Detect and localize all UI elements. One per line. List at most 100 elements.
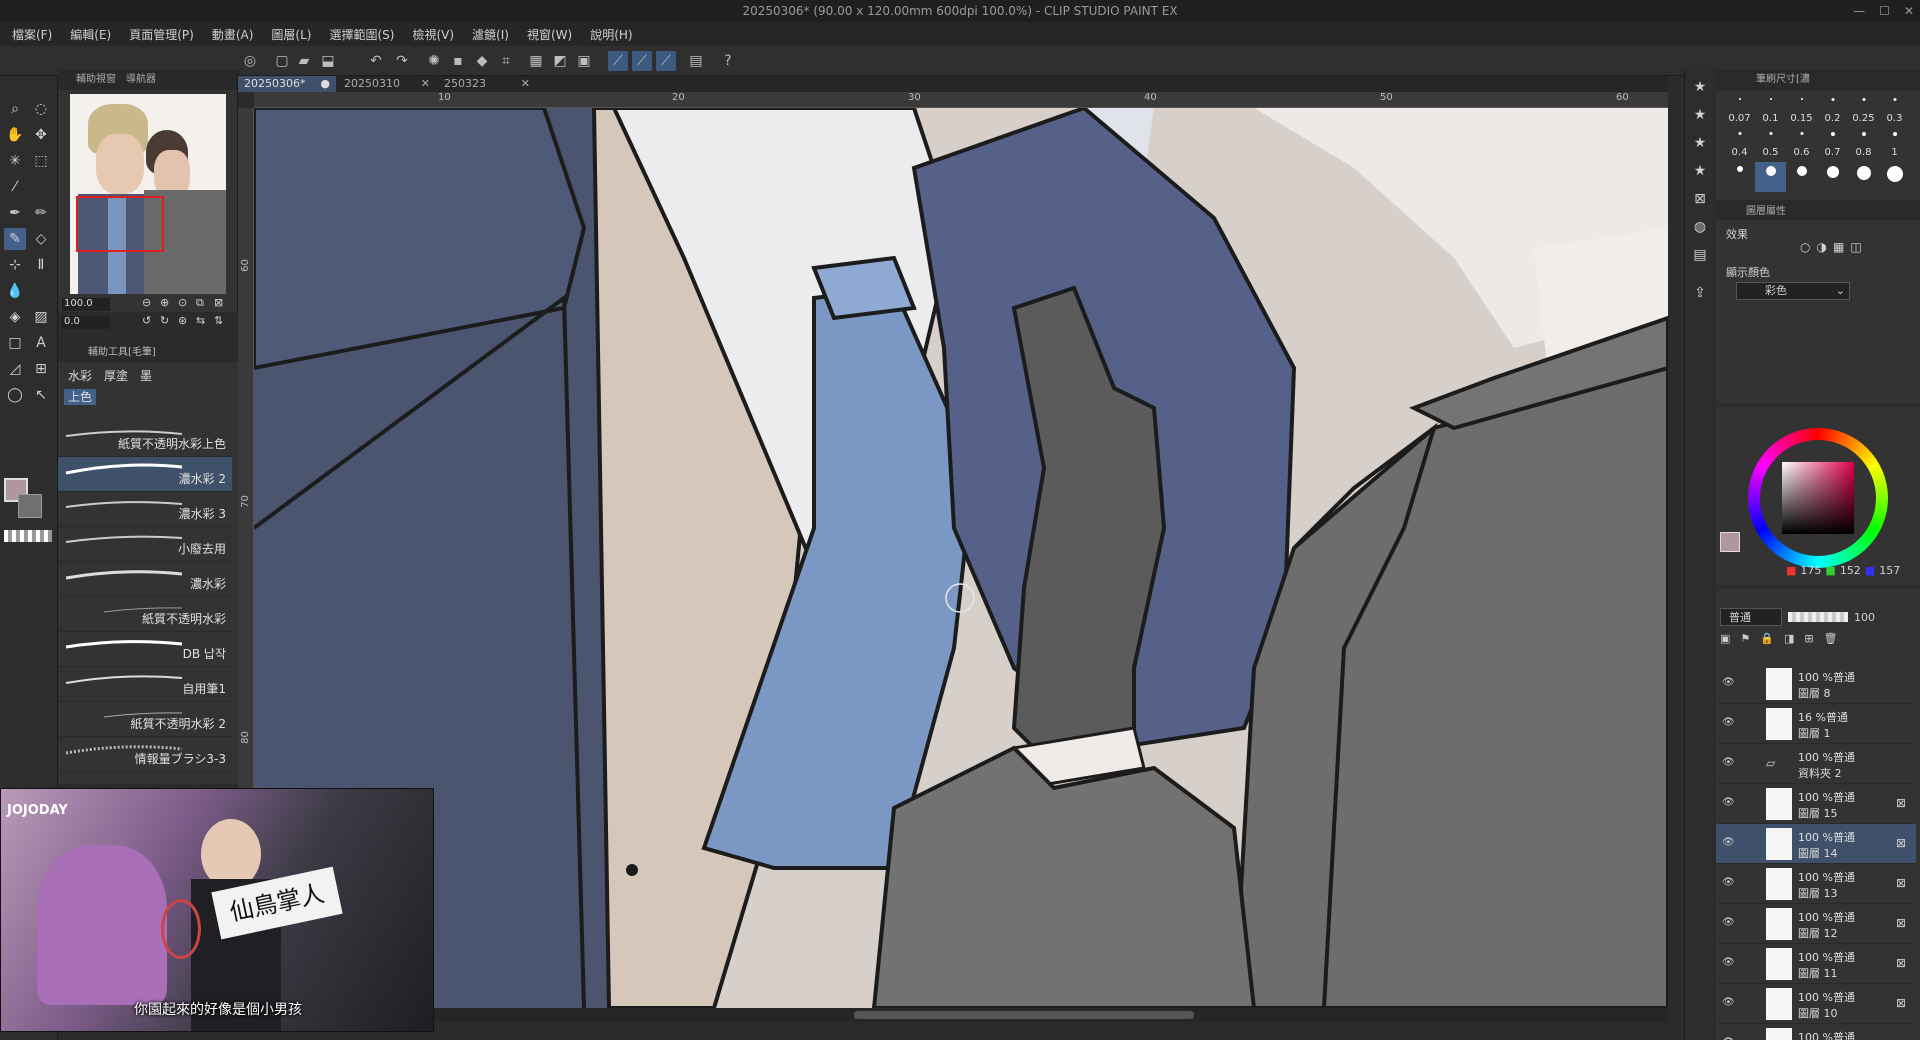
brush-size-option[interactable]: 0.3 <box>1879 94 1910 124</box>
move-tool-icon[interactable]: ✥ <box>30 124 52 146</box>
layer-row[interactable]: 👁100 %普通 <box>1716 1024 1916 1040</box>
close-button[interactable]: ✕ <box>1904 0 1914 22</box>
brush-size-option[interactable] <box>1755 162 1786 192</box>
decoration-tool-icon[interactable]: Ⅱ <box>30 254 52 276</box>
eye-icon[interactable]: 👁 <box>1722 877 1735 888</box>
new-layer-icon[interactable]: ⊞ <box>1804 632 1813 645</box>
balloon-tool-icon[interactable]: ◯ <box>4 384 26 406</box>
color-mix-icon[interactable]: ◍ <box>1689 216 1711 238</box>
layer-row[interactable]: 👁 100 %普通 圖層 10 ⊠ <box>1716 984 1916 1024</box>
brush-size-option[interactable]: 0.2 <box>1817 94 1848 124</box>
grid-snap-icon[interactable]: ⟋ <box>656 51 676 71</box>
navigator-thumbnail[interactable] <box>70 94 226 294</box>
magic-wand-icon[interactable]: ✳ <box>4 150 26 172</box>
view-frame[interactable] <box>76 196 164 252</box>
blend-mode-select[interactable]: 普通 <box>1720 608 1782 626</box>
layer-row[interactable]: 👁 100 %普通 圖層 13 ⊠ <box>1716 864 1916 904</box>
eye-icon[interactable]: 👁 <box>1722 837 1735 848</box>
brush-size-option[interactable]: 0.5 <box>1755 128 1786 158</box>
menu-animation[interactable]: 動畫(A) <box>212 26 254 43</box>
zoom-tool-icon[interactable]: ⌕ <box>4 98 26 120</box>
brush-item[interactable]: 紙質不透明水彩 <box>58 597 232 632</box>
hand-tool-icon[interactable]: ✋ <box>4 124 26 146</box>
opacity-slider[interactable] <box>1788 612 1848 622</box>
tab-sub-view[interactable]: 輔助視窗 <box>76 70 116 90</box>
lasso-tool-icon[interactable]: ◌ <box>30 98 52 120</box>
menu-window[interactable]: 視窗(W) <box>527 26 572 43</box>
invert-selection-icon[interactable]: ▣ <box>574 51 594 71</box>
brush-size-option[interactable]: 0.6 <box>1786 128 1817 158</box>
eye-icon[interactable]: 👁 <box>1722 717 1735 728</box>
eyedropper-icon[interactable]: ⁄ <box>4 176 26 198</box>
video-overlay[interactable]: 仙鳥掌人 JOJODAY 你園起來的好像是個小男孩 <box>0 788 434 1032</box>
save-icon[interactable]: ⬓ <box>318 51 338 71</box>
flip-v-icon[interactable]: ⇅ <box>214 314 223 327</box>
drawing-canvas[interactable] <box>254 108 1668 1008</box>
close-icon[interactable]: ✕ <box>421 76 430 92</box>
material-star-icon[interactable]: ★ <box>1689 104 1711 126</box>
history-icon[interactable]: ▤ <box>1689 244 1711 266</box>
red-value[interactable]: 175 <box>1800 564 1821 577</box>
actual-size-icon[interactable]: ⧉ <box>196 296 204 310</box>
scroll-thumb[interactable] <box>854 1011 1194 1019</box>
flip-h-icon[interactable]: ⇆ <box>196 314 205 327</box>
menu-layer[interactable]: 圖層(L) <box>271 26 311 43</box>
brush-size-option[interactable] <box>1848 162 1879 192</box>
border-effect-icon[interactable]: ○ <box>1800 240 1810 254</box>
brush-item[interactable]: 濃水彩 2 <box>58 457 232 492</box>
doc-tab[interactable]: 20250306* ● <box>238 76 336 92</box>
close-icon[interactable]: ✕ <box>521 76 530 92</box>
doc-tab[interactable]: 250323 ✕ <box>438 76 536 92</box>
text-tool-icon[interactable]: A <box>30 332 52 354</box>
ruler-snap-icon[interactable]: ⟋ <box>608 51 628 71</box>
close-box-icon[interactable]: ⊠ <box>1689 188 1711 210</box>
open-folder-icon[interactable]: ▰ <box>294 51 314 71</box>
menu-filter[interactable]: 濾鏡(I) <box>472 26 509 43</box>
rotate-left-icon[interactable]: ↺ <box>142 314 151 327</box>
pencil-tool-icon[interactable]: ✏ <box>30 202 52 224</box>
tab-watercolor[interactable]: 水彩 <box>64 366 96 384</box>
blend-tool-icon[interactable]: 💧 <box>4 280 26 302</box>
zoom-value[interactable]: 100.0 <box>62 298 110 311</box>
reset-rotate-icon[interactable]: ⊛ <box>178 314 187 327</box>
eye-icon[interactable]: 👁 <box>1722 957 1735 968</box>
brush-item[interactable]: 小廢去用 <box>58 527 232 562</box>
export-icon[interactable]: ⇪ <box>1689 282 1711 304</box>
redo-icon[interactable]: ↷ <box>392 51 412 71</box>
note-icon[interactable]: ▤ <box>686 51 706 71</box>
menu-selection[interactable]: 選擇範圍(S) <box>329 26 394 43</box>
layer-row[interactable]: 👁 16 %普通 圖層 1 <box>1716 704 1916 744</box>
material-star-icon[interactable]: ★ <box>1689 76 1711 98</box>
eye-icon[interactable]: 👁 <box>1722 917 1735 928</box>
frame-tool-icon[interactable]: ◿ <box>4 358 26 380</box>
layer-color-icon[interactable]: ◫ <box>1850 240 1861 254</box>
zoom-out-icon[interactable]: ⊖ <box>142 296 151 309</box>
tab-thick-paint[interactable]: 厚塗 <box>100 366 132 384</box>
eye-icon[interactable]: 👁 <box>1722 997 1735 1008</box>
brush-tool-icon[interactable]: ✎ <box>4 228 26 250</box>
transform-icon[interactable]: ⌗ <box>496 51 516 71</box>
deselect-icon[interactable]: ◩ <box>550 51 570 71</box>
tab-ink[interactable]: 墨 <box>136 366 156 384</box>
rotate-value[interactable]: 0.0 <box>62 316 110 329</box>
fill-tool-icon[interactable]: ◈ <box>4 306 26 328</box>
brush-size-option[interactable]: 0.4 <box>1724 128 1755 158</box>
layer-row[interactable]: 👁 100 %普通 圖層 12 ⊠ <box>1716 904 1916 944</box>
brush-size-option[interactable]: 0.07 <box>1724 94 1755 124</box>
current-color-swatch[interactable] <box>1720 532 1740 552</box>
special-ruler-snap-icon[interactable]: ⟋ <box>632 51 652 71</box>
brush-size-option[interactable] <box>1879 162 1910 192</box>
marquee-tool-icon[interactable]: ⬚ <box>30 150 52 172</box>
clear-icon[interactable]: ▪ <box>448 51 468 71</box>
menu-file[interactable]: 檔案(F) <box>12 26 52 43</box>
zoom-in-icon[interactable]: ⊕ <box>160 296 169 309</box>
menu-view[interactable]: 檢視(V) <box>412 26 454 43</box>
brush-size-option[interactable] <box>1786 162 1817 192</box>
help-icon[interactable]: ? <box>718 51 738 71</box>
layer-row[interactable]: 👁 ▱ 100 %普通 資料夾 2 <box>1716 744 1916 784</box>
layer-row[interactable]: 👁 100 %普通 圖層 11 ⊠ <box>1716 944 1916 984</box>
reference-icon[interactable]: ⚑ <box>1740 632 1750 645</box>
doc-tab[interactable]: 20250310 ✕ <box>338 76 436 92</box>
figure-tool-icon[interactable]: □ <box>4 332 26 354</box>
mask-icon[interactable]: ◨ <box>1784 632 1794 645</box>
